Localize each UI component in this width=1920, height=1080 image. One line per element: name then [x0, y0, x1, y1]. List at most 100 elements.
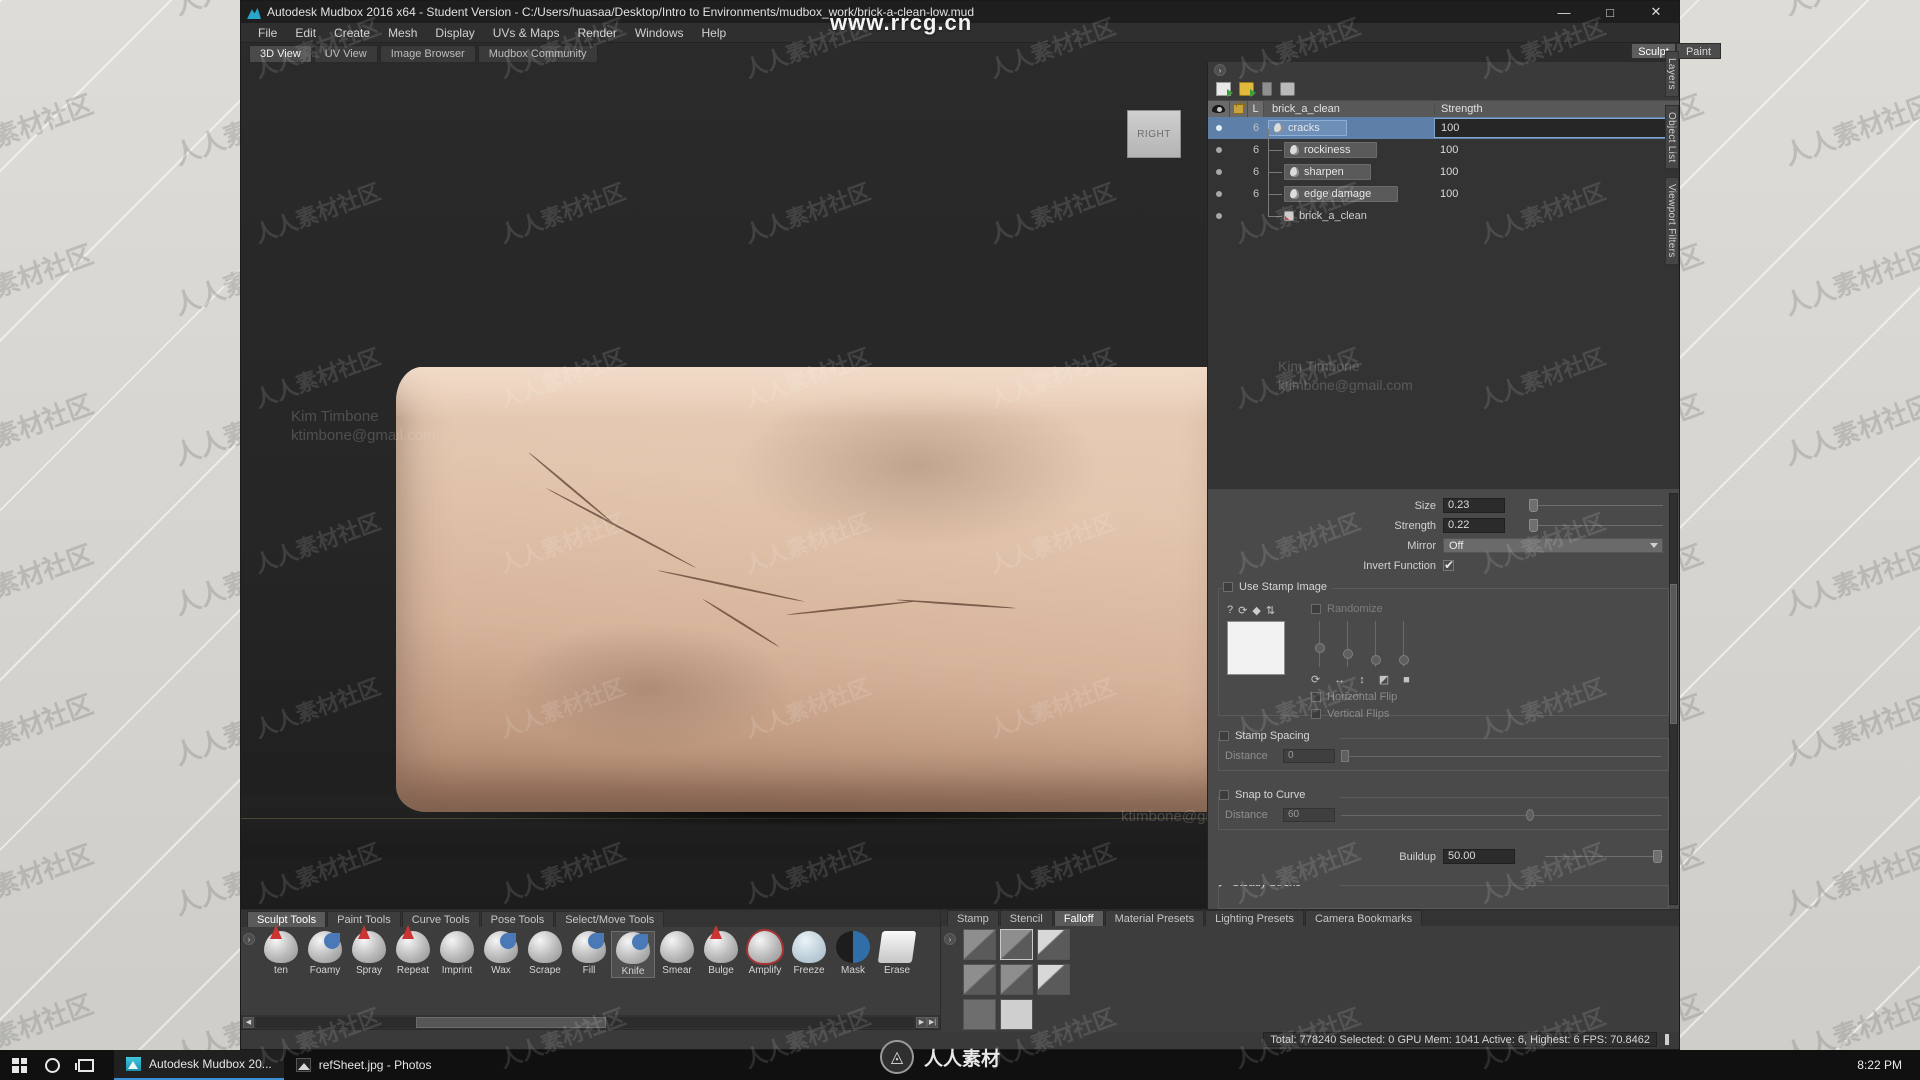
- toggle-paint[interactable]: Paint: [1676, 43, 1721, 59]
- invert-function-checkbox[interactable]: [1443, 558, 1454, 572]
- stamp-spacing-distance-slider[interactable]: [1341, 749, 1662, 763]
- snap-distance-slider[interactable]: [1341, 808, 1662, 822]
- tool-bulge[interactable]: Bulge: [699, 925, 743, 976]
- viewport-3d[interactable]: RIGHT Kim Timbone ktimbone@gmail.com kti…: [241, 62, 1207, 909]
- expand-triangle-icon[interactable]: [1219, 885, 1226, 887]
- stamp-transform-icons[interactable]: ⟳ ↔ ↕ ◩ ■: [1311, 673, 1660, 687]
- stamp-spacing-distance-input[interactable]: 0: [1283, 749, 1335, 763]
- scroll-end-button[interactable]: ▶|: [927, 1016, 938, 1028]
- falloff-preset-4[interactable]: [963, 964, 996, 995]
- tab-stencil[interactable]: Stencil: [999, 910, 1053, 926]
- layer-name-cell[interactable]: sharpen: [1264, 150, 1434, 180]
- taskbar-app-mudbox[interactable]: Autodesk Mudbox 20...: [114, 1050, 284, 1080]
- flip-vertical-icon[interactable]: ↕: [1359, 674, 1365, 686]
- layer-name-chip[interactable]: edge damage: [1284, 186, 1399, 202]
- tool-fill[interactable]: Fill: [567, 931, 611, 976]
- strength-slider-handle[interactable]: [1529, 519, 1538, 532]
- tool-imprint[interactable]: Imprint: [435, 931, 479, 976]
- properties-scrollbar-thumb[interactable]: [1670, 584, 1677, 724]
- stamp-image-preview[interactable]: [1227, 621, 1285, 675]
- falloff-preset-6[interactable]: [1037, 964, 1070, 995]
- view-cube[interactable]: RIGHT: [1127, 110, 1181, 158]
- layer-strength-field[interactable]: 100: [1434, 118, 1679, 138]
- falloff-preset-8[interactable]: [1000, 999, 1033, 1030]
- new-layer-icon[interactable]: [1216, 82, 1233, 97]
- tool-wax[interactable]: Wax: [479, 931, 523, 976]
- falloff-preset-2[interactable]: [1000, 929, 1033, 960]
- menu-item-display[interactable]: Display: [426, 23, 483, 43]
- scroll-track[interactable]: [256, 1016, 914, 1028]
- tab-pose-tools[interactable]: Pose Tools: [480, 911, 555, 927]
- vertical-tab-strip[interactable]: Layers Object List Viewport Filters: [1665, 51, 1679, 265]
- tool-scrape[interactable]: Scrape: [523, 931, 567, 976]
- stamp-mini-toolbar[interactable]: ? ⟳ ◆ ⇅: [1227, 603, 1297, 617]
- flip-horizontal-icon[interactable]: ↔: [1334, 674, 1345, 686]
- layer-toolbar[interactable]: [1208, 78, 1679, 100]
- tab-3d-view[interactable]: 3D View: [249, 45, 312, 62]
- vertical-flip-checkbox[interactable]: [1311, 709, 1321, 719]
- menu-item-uvs-maps[interactable]: UVs & Maps: [484, 23, 569, 43]
- layer-visibility-toggle[interactable]: [1208, 169, 1230, 175]
- strength-input[interactable]: 0.22: [1443, 518, 1505, 533]
- tool-mask[interactable]: Mask: [831, 931, 875, 976]
- tab-image-browser[interactable]: Image Browser: [379, 45, 476, 62]
- horizontal-flip-checkbox[interactable]: [1311, 692, 1321, 702]
- vertical-flip-row[interactable]: Vertical Flips: [1311, 708, 1660, 720]
- tab-stamp[interactable]: Stamp: [947, 910, 999, 926]
- property-mirror-row[interactable]: Mirror Off: [1208, 537, 1679, 554]
- tab-lighting-presets[interactable]: Lighting Presets: [1205, 910, 1304, 926]
- size-slider-handle[interactable]: [1529, 499, 1538, 512]
- delete-layer-icon[interactable]: [1262, 82, 1272, 96]
- tool-foamy[interactable]: Foamy: [303, 931, 347, 976]
- randomize-slider-3[interactable]: [1371, 621, 1381, 667]
- steady-stroke-header[interactable]: Steady Stroke: [1219, 885, 1308, 889]
- preset-tab-bar[interactable]: Stamp Stencil Falloff Material Presets L…: [941, 910, 1679, 926]
- snap-distance-row[interactable]: Distance 60: [1225, 807, 1662, 823]
- layer-visibility-toggle[interactable]: [1208, 147, 1230, 153]
- randomize-checkbox[interactable]: [1311, 604, 1321, 614]
- vertical-tab-layers[interactable]: Layers: [1665, 51, 1679, 97]
- task-view-icon[interactable]: [75, 1058, 94, 1072]
- tool-amplify[interactable]: Amplify: [743, 931, 787, 976]
- stamp-hflip-icon[interactable]: ◆: [1252, 604, 1260, 617]
- tool-row-expand-icon[interactable]: ›: [243, 933, 255, 945]
- tab-material-presets[interactable]: Material Presets: [1104, 910, 1205, 926]
- layer-name-chip[interactable]: cracks: [1268, 120, 1347, 136]
- scroll-thumb[interactable]: [416, 1016, 606, 1028]
- tab-falloff[interactable]: Falloff: [1053, 910, 1104, 926]
- buildup-slider-handle[interactable]: [1653, 850, 1662, 863]
- tool-knife[interactable]: Knife: [611, 931, 655, 978]
- falloff-preset-1[interactable]: [963, 929, 996, 960]
- maximize-button[interactable]: □: [1587, 1, 1633, 23]
- randomize-row[interactable]: Randomize: [1311, 603, 1660, 615]
- falloff-preset-5[interactable]: [1000, 964, 1033, 995]
- vertical-tab-object-list[interactable]: Object List: [1665, 104, 1679, 170]
- size-slider[interactable]: [1513, 498, 1663, 513]
- layer-strength-field[interactable]: 100: [1434, 188, 1679, 200]
- scroll-right-button[interactable]: ▶: [916, 1016, 927, 1028]
- layer-name-cell[interactable]: rockiness: [1264, 128, 1434, 158]
- menu-item-edit[interactable]: Edit: [286, 23, 325, 43]
- stamp-question-icon[interactable]: ?: [1227, 604, 1233, 616]
- tool-spray[interactable]: Spray: [347, 925, 391, 976]
- layer-strength-field[interactable]: 100: [1434, 166, 1679, 178]
- layer-visibility-toggle[interactable]: [1208, 213, 1230, 219]
- size-input[interactable]: 0.23: [1443, 498, 1505, 513]
- layer-row-edge-damage[interactable]: 6 edge damage 100: [1208, 172, 1679, 205]
- tab-camera-bookmarks[interactable]: Camera Bookmarks: [1304, 910, 1423, 926]
- minimize-button[interactable]: —: [1541, 1, 1587, 23]
- menu-item-mesh[interactable]: Mesh: [379, 23, 426, 43]
- tab-curve-tools[interactable]: Curve Tools: [401, 911, 480, 927]
- menu-item-create[interactable]: Create: [325, 23, 379, 43]
- layer-row-rockiness[interactable]: 6 rockiness 100: [1208, 128, 1679, 161]
- layer-strength-field[interactable]: 100: [1434, 144, 1679, 156]
- taskbar-clock[interactable]: 8:22 PM: [1857, 1058, 1902, 1072]
- stamp-spacing-header[interactable]: Stamp Spacing: [1219, 730, 1316, 742]
- layer-name-cell[interactable]: cracks: [1264, 120, 1434, 136]
- layer-name-chip[interactable]: rockiness: [1284, 142, 1378, 158]
- tool-ten[interactable]: ten: [259, 925, 303, 976]
- strength-slider[interactable]: [1513, 518, 1663, 533]
- reset-stamp-icon[interactable]: ■: [1403, 674, 1410, 686]
- layer-list-empty-area[interactable]: Kim Timbone ktimbone@gmail.com: [1208, 227, 1679, 489]
- property-size-row[interactable]: Size 0.23: [1208, 497, 1679, 514]
